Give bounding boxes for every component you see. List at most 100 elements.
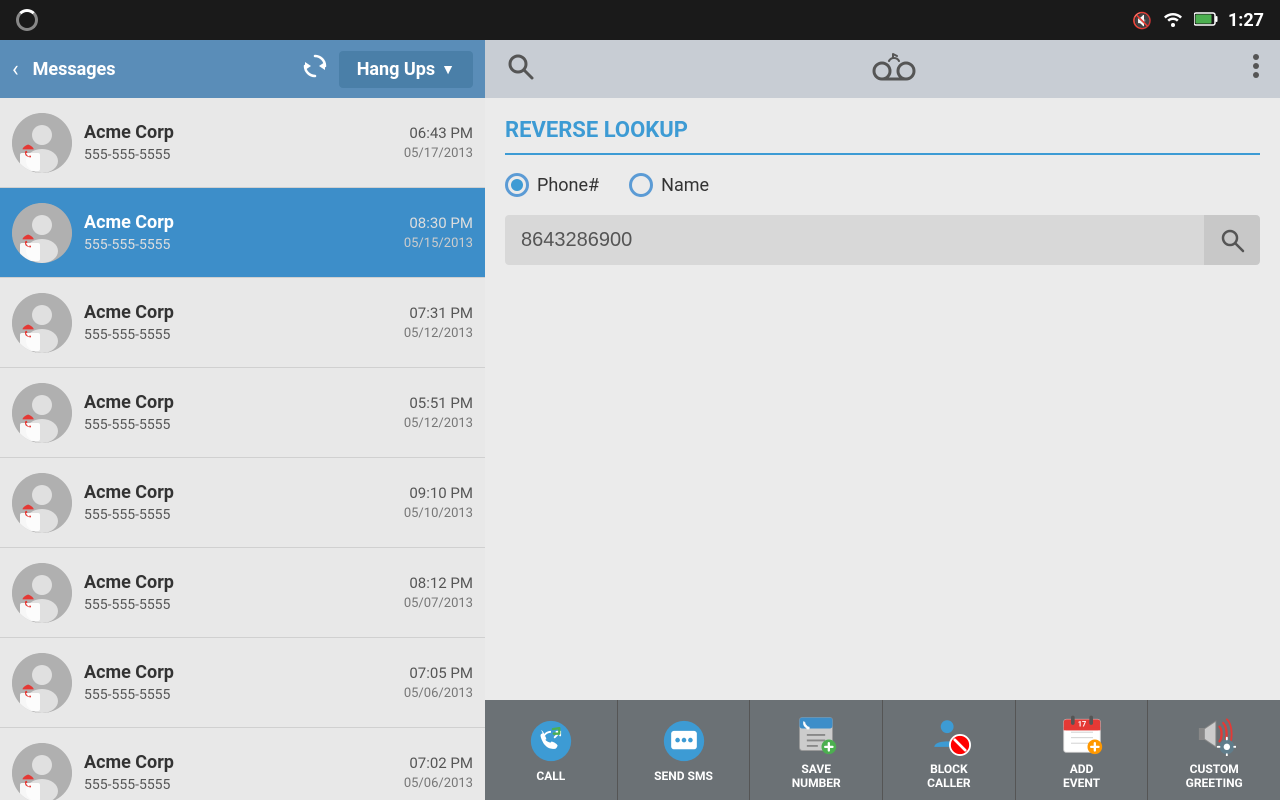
avatar: [12, 653, 72, 713]
avatar: [12, 293, 72, 353]
call-icon: [527, 717, 575, 765]
contact-time-value: 07:31 PM: [404, 304, 473, 322]
contact-date: 05/10/2013: [404, 506, 473, 521]
search-type-row: Phone# Name: [505, 173, 1260, 197]
avatar: [12, 113, 72, 173]
call-button[interactable]: CALL: [485, 700, 618, 800]
name-radio[interactable]: Name: [629, 173, 709, 197]
time-display: 1:27: [1228, 10, 1264, 31]
right-header: [485, 40, 1280, 98]
contact-info: Acme Corp 555-555-5555: [72, 482, 404, 523]
contact-time-value: 05:51 PM: [404, 394, 473, 412]
name-radio-label: Name: [661, 175, 709, 196]
contact-time: 07:31 PM 05/12/2013: [404, 304, 473, 341]
block-caller-button[interactable]: BLOCKCALLER: [883, 700, 1016, 800]
contact-name: Acme Corp: [84, 212, 392, 233]
hang-ups-tab[interactable]: Hang Ups ▼: [339, 51, 473, 88]
contact-date: 05/07/2013: [404, 596, 473, 611]
contact-time-value: 09:10 PM: [404, 484, 473, 502]
add-event-button[interactable]: 17 ADDEVENT: [1016, 700, 1149, 800]
dropdown-arrow-icon: ▼: [441, 61, 455, 78]
custom-greeting-label: CUSTOMGREETING: [1186, 762, 1243, 791]
contact-item[interactable]: Acme Corp 555-555-5555 06:43 PM 05/17/20…: [0, 98, 485, 188]
contact-time: 09:10 PM 05/10/2013: [404, 484, 473, 521]
contact-time: 08:30 PM 05/15/2013: [404, 214, 473, 251]
contact-date: 05/06/2013: [404, 776, 473, 791]
block-caller-label: BLOCKCALLER: [927, 762, 970, 791]
contact-name: Acme Corp: [84, 482, 392, 503]
contact-name: Acme Corp: [84, 572, 392, 593]
contact-phone: 555-555-5555: [84, 597, 392, 613]
save-number-button[interactable]: SAVENUMBER: [750, 700, 883, 800]
contact-time-value: 08:30 PM: [404, 214, 473, 232]
wifi-icon: [1162, 9, 1184, 31]
voicemail-icon[interactable]: [871, 53, 917, 85]
contact-phone: 555-555-5555: [84, 327, 392, 343]
contact-list: Acme Corp 555-555-5555 06:43 PM 05/17/20…: [0, 98, 485, 800]
save-number-icon: [792, 710, 840, 758]
contact-time: 08:12 PM 05/07/2013: [404, 574, 473, 611]
contact-time-value: 07:05 PM: [404, 664, 473, 682]
contact-phone: 555-555-5555: [84, 417, 392, 433]
contact-item[interactable]: Acme Corp 555-555-5555 07:02 PM 05/06/20…: [0, 728, 485, 800]
contact-info: Acme Corp 555-555-5555: [72, 392, 404, 433]
custom-greeting-button[interactable]: CUSTOMGREETING: [1148, 700, 1280, 800]
phone-radio-circle[interactable]: [505, 173, 529, 197]
reverse-lookup-panel: REVERSE LOOKUP Phone# Name: [485, 98, 1280, 700]
loading-icon: [16, 9, 38, 31]
left-header: ‹ Messages Hang Ups ▼: [0, 40, 485, 98]
search-icon[interactable]: [505, 51, 535, 88]
contact-phone: 555-555-5555: [84, 147, 392, 163]
phone-search-input[interactable]: [505, 215, 1204, 265]
send-sms-button[interactable]: SEND SMS: [618, 700, 751, 800]
svg-text:17: 17: [1077, 719, 1085, 728]
call-label: CALL: [536, 769, 565, 783]
contact-info: Acme Corp 555-555-5555: [72, 662, 404, 703]
contact-phone: 555-555-5555: [84, 237, 392, 253]
search-go-button[interactable]: [1204, 215, 1260, 265]
contact-name: Acme Corp: [84, 302, 392, 323]
battery-icon: [1194, 11, 1218, 30]
phone-radio[interactable]: Phone#: [505, 173, 599, 197]
contact-name: Acme Corp: [84, 662, 392, 683]
messages-tab[interactable]: Messages: [33, 59, 116, 80]
contact-phone: 555-555-5555: [84, 507, 392, 523]
contact-item[interactable]: Acme Corp 555-555-5555 07:31 PM 05/12/20…: [0, 278, 485, 368]
contact-date: 05/17/2013: [404, 146, 473, 161]
sms-label: SEND SMS: [654, 769, 713, 783]
avatar: [12, 203, 72, 263]
contact-time-value: 06:43 PM: [404, 124, 473, 142]
contact-date: 05/15/2013: [404, 236, 473, 251]
contact-item[interactable]: Acme Corp 555-555-5555 08:30 PM 05/15/20…: [0, 188, 485, 278]
add-event-label: ADDEVENT: [1063, 762, 1100, 791]
phone-radio-label: Phone#: [537, 175, 599, 196]
contact-info: Acme Corp 555-555-5555: [72, 752, 404, 793]
mute-icon: 🔇: [1132, 11, 1152, 30]
name-radio-circle[interactable]: [629, 173, 653, 197]
block-caller-icon: [925, 710, 973, 758]
contact-time: 05:51 PM 05/12/2013: [404, 394, 473, 431]
contact-name: Acme Corp: [84, 122, 392, 143]
contact-item[interactable]: Acme Corp 555-555-5555 08:12 PM 05/07/20…: [0, 548, 485, 638]
status-bar: 🔇 1:27: [0, 0, 1280, 40]
hang-ups-label: Hang Ups: [357, 59, 435, 80]
contact-time: 07:02 PM 05/06/2013: [404, 754, 473, 791]
contact-time-value: 08:12 PM: [404, 574, 473, 592]
bottom-toolbar: CALL SEND SMS: [485, 700, 1280, 800]
contact-date: 05/12/2013: [404, 326, 473, 341]
avatar: [12, 473, 72, 533]
contact-name: Acme Corp: [84, 752, 392, 773]
overflow-menu-icon[interactable]: [1252, 53, 1260, 85]
contact-time: 07:05 PM 05/06/2013: [404, 664, 473, 701]
contact-info: Acme Corp 555-555-5555: [72, 302, 404, 343]
back-button[interactable]: ‹: [12, 57, 19, 82]
contact-item[interactable]: Acme Corp 555-555-5555 09:10 PM 05/10/20…: [0, 458, 485, 548]
contact-phone: 555-555-5555: [84, 777, 392, 793]
contact-item[interactable]: Acme Corp 555-555-5555 07:05 PM 05/06/20…: [0, 638, 485, 728]
search-input-row: [505, 215, 1260, 265]
contact-phone: 555-555-5555: [84, 687, 392, 703]
contact-info: Acme Corp 555-555-5555: [72, 212, 404, 253]
refresh-icon[interactable]: [301, 52, 329, 86]
contact-item[interactable]: Acme Corp 555-555-5555 05:51 PM 05/12/20…: [0, 368, 485, 458]
contact-info: Acme Corp 555-555-5555: [72, 122, 404, 163]
